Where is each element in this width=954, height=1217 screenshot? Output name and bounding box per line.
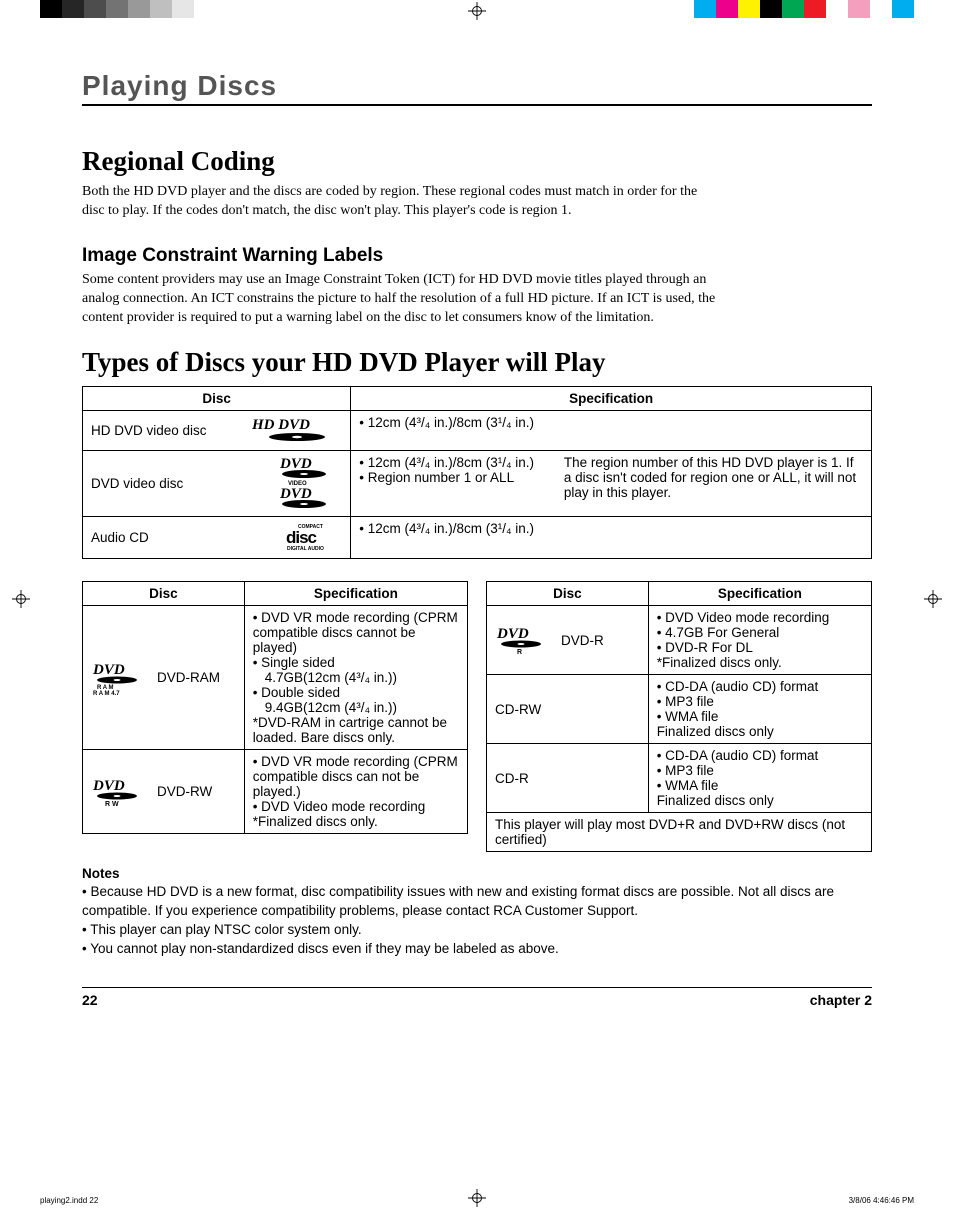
table-header-disc: Disc	[83, 582, 245, 606]
table-row: DVDR A MR A M 4.7 DVD-RAM • DVD VR mode re…	[83, 606, 468, 750]
page-number: 22	[82, 992, 98, 1008]
disc-spec-table-main: Disc Specification HD DVD video discHD D…	[82, 386, 872, 559]
svg-text:DIGITAL AUDIO: DIGITAL AUDIO	[287, 546, 324, 551]
hddvd-logo-icon: HD DVD	[252, 415, 342, 443]
table-footer-cell: This player will play most DVD+R and DVD…	[487, 813, 872, 852]
table-footer-row: This player will play most DVD+R and DVD…	[487, 813, 872, 852]
spec-cell: • DVD Video mode recording• 4.7GB For Ge…	[648, 606, 871, 675]
table-header-disc: Disc	[487, 582, 649, 606]
table-header-spec: Specification	[648, 582, 871, 606]
disc-name: CD-RW	[495, 702, 541, 717]
paragraph-regional: Both the HD DVD player and the discs are…	[82, 183, 722, 221]
svg-text:DVD: DVD	[92, 662, 125, 678]
table-row: DVD R DVD-R • DVD Video mode recording• 4.7…	[487, 606, 872, 675]
svg-text:DVD: DVD	[279, 486, 312, 502]
note-item: You cannot play non-standardized discs e…	[82, 940, 872, 959]
svg-text:R W: R W	[105, 801, 119, 807]
disc-name: DVD-RAM	[157, 670, 220, 685]
disc-spec-table-left: Disc Specification DVDR A MR A M 4.7 DVD-…	[82, 581, 468, 834]
table-row: DVD video disc DVDVIDEODVD• 12cm (4³/₄ in…	[83, 451, 872, 517]
disc-cell: DVDR A MR A M 4.7 DVD-RAM	[83, 606, 245, 750]
table-row: CD-RW • CD-DA (audio CD) format• MP3 file…	[487, 675, 872, 744]
heading-regional-coding: Regional Coding	[82, 146, 872, 177]
print-footer-timestamp: 3/8/06 4:46:46 PM	[849, 1196, 914, 1205]
notes-list: Because HD DVD is a new format, disc com…	[82, 883, 872, 959]
note-item: Because HD DVD is a new format, disc com…	[82, 883, 872, 921]
disc-cell: CD-R	[487, 744, 649, 813]
section-heading: Playing Discs	[82, 70, 872, 106]
spec-cell: • 12cm (4³/₄ in.)/8cm (3¹/₄ in.)• Region…	[351, 451, 556, 517]
disc-cell: CD-RW	[487, 675, 649, 744]
svg-text:DVD: DVD	[92, 778, 125, 794]
disc-name: HD DVD video disc	[91, 423, 207, 438]
table-row: DVD R W DVD-RW • DVD VR mode recording (CPR…	[83, 750, 468, 834]
spec-cell: • 12cm (4³/₄ in.)/8cm (3¹/₄ in.)	[351, 517, 872, 559]
spec-cell: • CD-DA (audio CD) format• MP3 file• WMA…	[648, 744, 871, 813]
svg-text:DVD: DVD	[496, 626, 529, 642]
spec-extra-cell: The region number of this HD DVD player …	[556, 451, 872, 517]
notes-heading: Notes	[82, 866, 872, 881]
page-footer: 22 chapter 2	[82, 987, 872, 1008]
spec-cell: • DVD VR mode recording (CPRM compatible…	[244, 750, 467, 834]
disc-cell: DVD R DVD-R	[487, 606, 649, 675]
registration-mark-icon	[468, 1189, 486, 1207]
dvd-ram-logo-icon: DVDR A MR A M 4.7	[91, 661, 151, 695]
disc-name: CD-R	[495, 771, 529, 786]
table-header-spec: Specification	[351, 387, 872, 411]
dvd-r-logo-icon: DVD R	[495, 625, 555, 655]
svg-text:R A M 4.7: R A M 4.7	[93, 691, 120, 695]
disc-name: DVD-R	[561, 633, 604, 648]
svg-text:disc: disc	[286, 528, 317, 547]
table-row: Audio CD COMPACTdiscDIGITAL AUDIO • 12cm (…	[83, 517, 872, 559]
note-item: This player can play NTSC color system o…	[82, 921, 872, 940]
table-header-disc: Disc	[83, 387, 351, 411]
table-row: HD DVD video disc HD DVD • 12cm (4³/₄ in.)…	[83, 411, 872, 451]
disc-spec-table-right: Disc Specification DVD R DVD-R • DVD Video …	[486, 581, 872, 852]
disc-name: DVD video disc	[91, 476, 183, 491]
disc-name: DVD-RW	[157, 784, 212, 799]
heading-types-of-discs: Types of Discs your HD DVD Player will P…	[82, 347, 872, 378]
dvd-rw-logo-icon: DVD R W	[91, 777, 151, 807]
svg-text:HD DVD: HD DVD	[252, 417, 310, 433]
svg-text:R: R	[517, 649, 522, 655]
dvd-video-logo-icon: DVDVIDEODVD	[274, 455, 342, 509]
spec-cell: • CD-DA (audio CD) format• MP3 file• WMA…	[648, 675, 871, 744]
disc-cell: DVD R W DVD-RW	[83, 750, 245, 834]
spec-cell: • 12cm (4³/₄ in.)/8cm (3¹/₄ in.)	[351, 411, 872, 451]
chapter-label: chapter 2	[810, 992, 872, 1008]
paragraph-image-constraint: Some content providers may use an Image …	[82, 271, 722, 328]
print-footer-filename: playing2.indd 22	[40, 1196, 98, 1205]
compact-disc-logo-icon: COMPACTdiscDIGITAL AUDIO	[286, 521, 342, 551]
heading-image-constraint: Image Constraint Warning Labels	[82, 245, 872, 267]
table-header-spec: Specification	[244, 582, 467, 606]
table-row: CD-R • CD-DA (audio CD) format• MP3 file•…	[487, 744, 872, 813]
disc-name: Audio CD	[91, 530, 149, 545]
spec-cell: • DVD VR mode recording (CPRM compatible…	[244, 606, 467, 750]
svg-text:DVD: DVD	[279, 456, 312, 472]
